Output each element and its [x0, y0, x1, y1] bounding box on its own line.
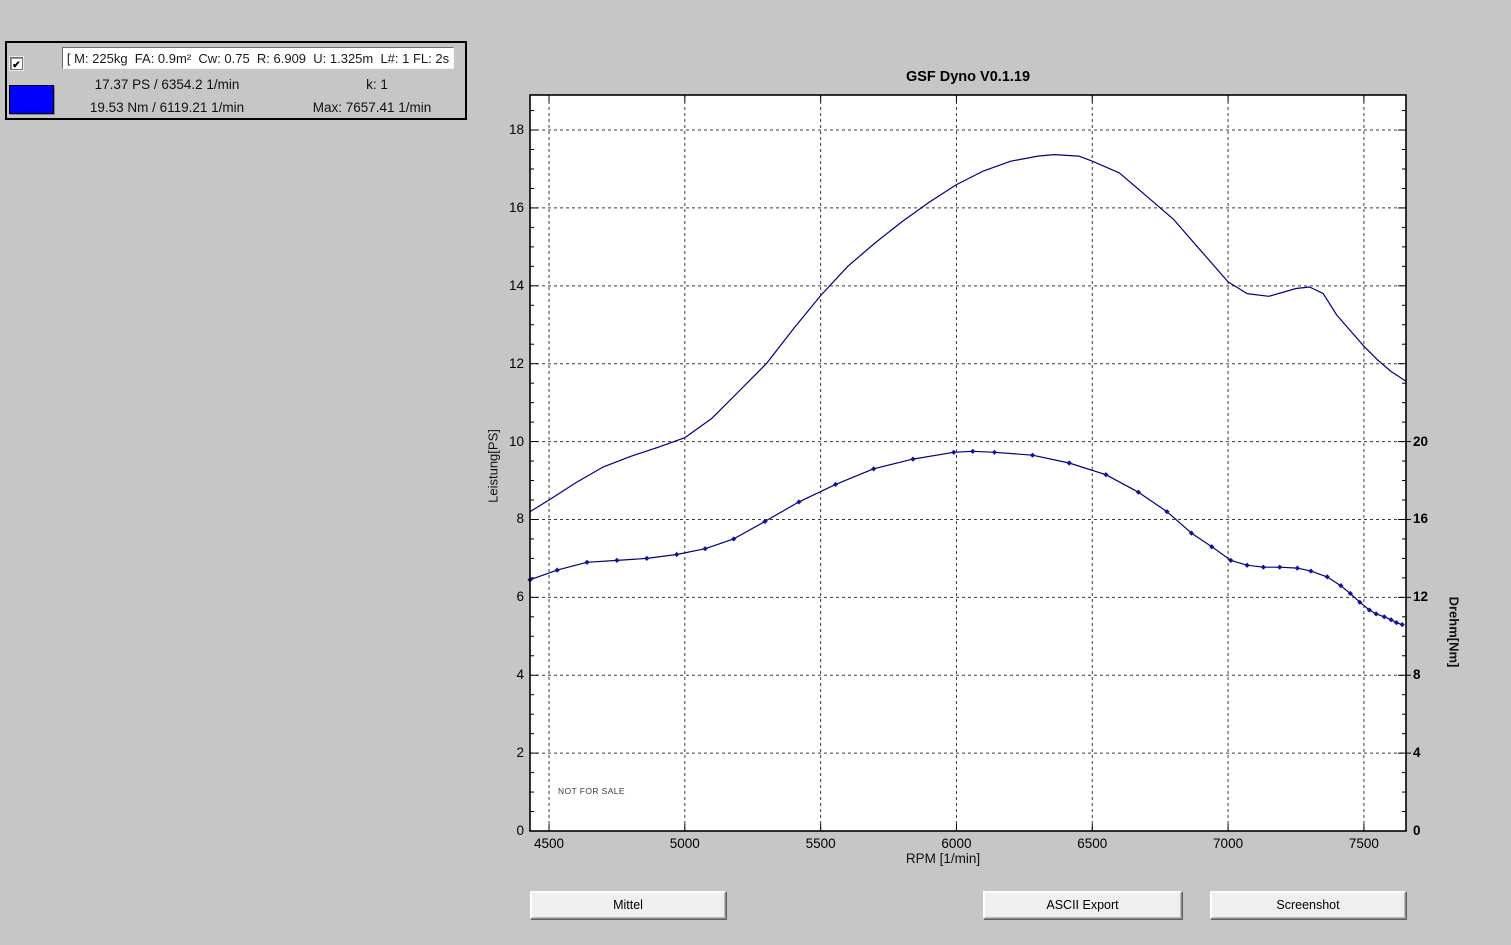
checkmark-icon: ✔: [12, 60, 20, 71]
power-peak-text: 17.37 PS / 6354.2 1/min: [27, 77, 307, 92]
x-axis-label: RPM [1/min]: [855, 851, 1031, 866]
watermark-text: NOT FOR SALE: [558, 786, 625, 796]
ascii-export-button[interactable]: ASCII Export: [983, 891, 1182, 919]
y-left-tick-label: 6: [494, 589, 524, 604]
y-right-tick-label: 8: [1413, 667, 1421, 682]
y-left-tick-label: 14: [494, 278, 524, 293]
x-tick-label: 7500: [1334, 836, 1394, 851]
chart-title: GSF Dyno V0.1.19: [530, 69, 1406, 85]
x-tick-label: 6500: [1062, 836, 1122, 851]
y-right-tick-label: 12: [1413, 589, 1428, 604]
y-left-tick-label: 12: [494, 356, 524, 371]
y-left-tick-label: 2: [494, 745, 524, 760]
x-tick-label: 4500: [519, 836, 579, 851]
x-tick-label: 5500: [791, 836, 851, 851]
info-panel: ✔ 17.37 PS / 6354.2 1/min k: 1 19.53 Nm …: [5, 41, 467, 120]
params-field[interactable]: [62, 47, 454, 69]
y-left-tick-label: 4: [494, 667, 524, 682]
y-left-tick-label: 18: [494, 122, 524, 137]
mittel-button[interactable]: Mittel: [530, 891, 726, 919]
torque-peak-text: 19.53 Nm / 6119.21 1/min: [27, 100, 307, 115]
y-right-tick-label: 20: [1413, 434, 1428, 449]
rpm-max-text: Max: 7657.41 1/min: [287, 100, 457, 115]
y-left-tick-label: 8: [494, 511, 524, 526]
series-visible-checkbox[interactable]: ✔: [10, 57, 23, 70]
k-value-text: k: 1: [337, 77, 417, 92]
y-right-tick-label: 16: [1413, 511, 1428, 526]
y-axis-left-label: Leistung[PS]: [486, 429, 501, 503]
y-left-tick-label: 16: [494, 200, 524, 215]
y-right-tick-label: 4: [1413, 745, 1421, 760]
y-right-tick-label: 0: [1413, 823, 1421, 838]
x-tick-label: 5000: [655, 836, 715, 851]
x-tick-label: 7000: [1198, 836, 1258, 851]
dyno-chart-canvas: [0, 0, 1511, 945]
y-left-tick-label: 0: [494, 823, 524, 838]
x-tick-label: 6000: [926, 836, 986, 851]
screenshot-button[interactable]: Screenshot: [1210, 891, 1406, 919]
y-axis-right-label: Drehm[Nm]: [1447, 597, 1462, 668]
